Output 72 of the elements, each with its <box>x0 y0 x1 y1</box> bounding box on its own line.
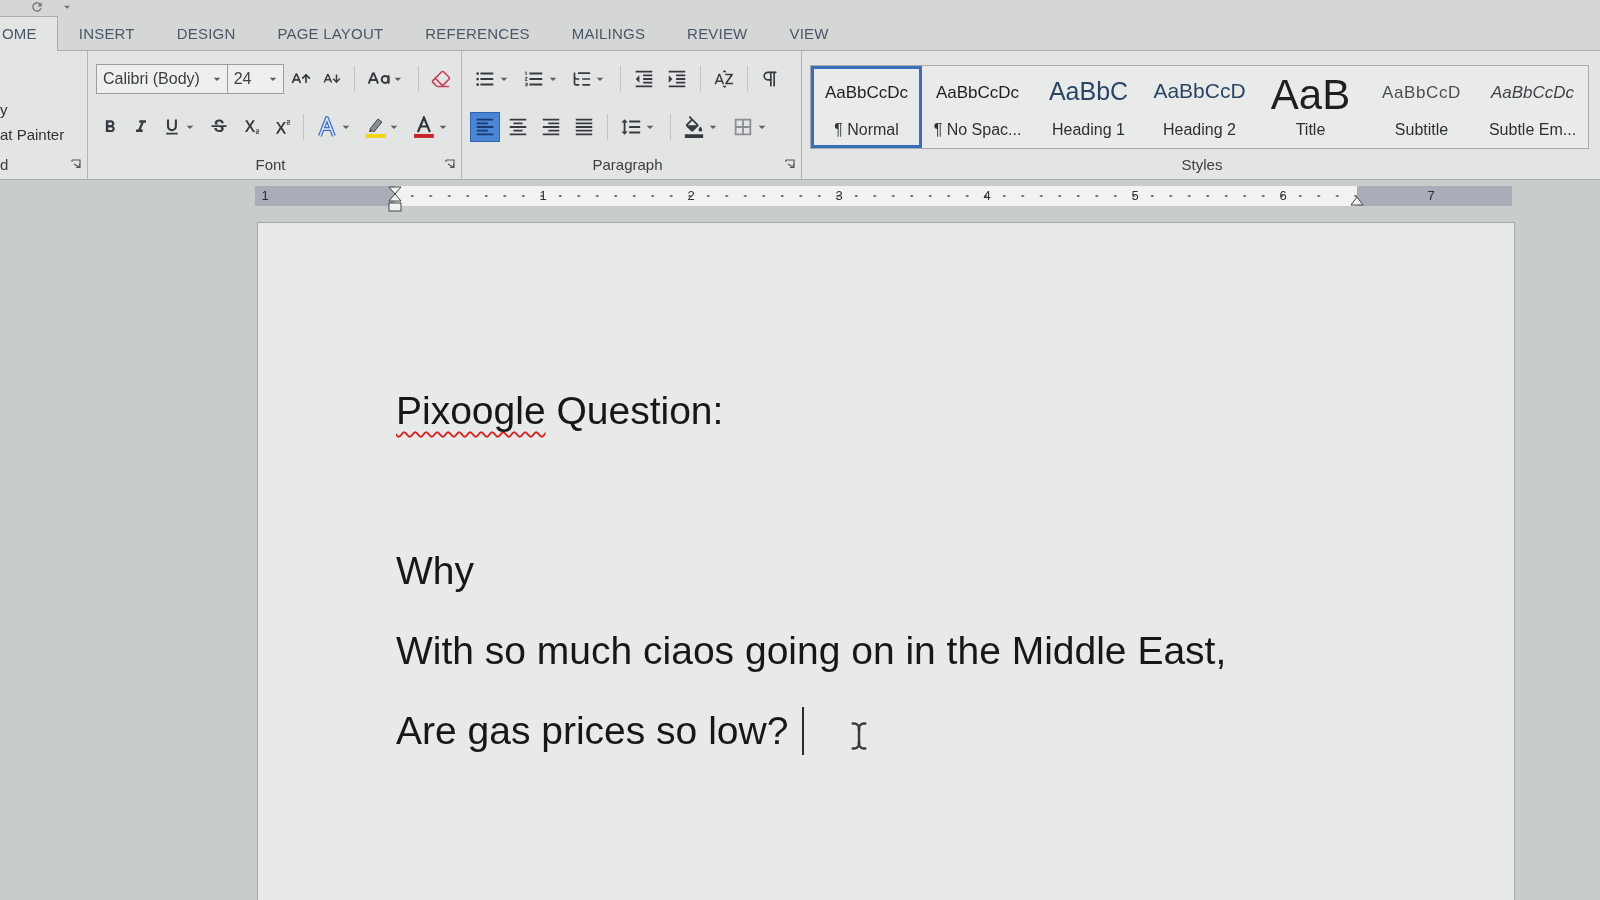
style-gallery-item[interactable]: AaBbCcD Subtitle <box>1366 66 1477 148</box>
ribbon-tab[interactable]: MAILINGS <box>550 16 667 51</box>
style-preview: AaBbCcDc <box>935 83 1020 103</box>
style-preview: AaB <box>1270 75 1351 115</box>
right-indent-marker-icon[interactable] <box>1350 196 1364 206</box>
style-gallery-item[interactable]: AaBbCcDc ¶ Normal <box>811 66 922 148</box>
style-preview: AaBbCcDc <box>1490 83 1575 103</box>
ruler-number: 5 <box>1130 188 1140 204</box>
ruler-number: 7 <box>1426 188 1436 204</box>
ribbon-tab[interactable]: REVIEW <box>666 16 769 51</box>
ruler-number: 1 <box>538 188 548 204</box>
indent-increase-icon <box>666 68 688 90</box>
document-text: Pixoogle Question: <box>396 388 724 434</box>
style-preview: AaBbCcDc <box>824 83 909 103</box>
document-text: Are gas prices so low? <box>396 708 789 754</box>
ribbon-tab[interactable]: OME <box>0 16 58 51</box>
style-gallery-item[interactable]: AaBbC Heading 1 <box>1033 66 1144 148</box>
sort-icon <box>713 68 735 90</box>
group-label: Font <box>254 155 287 173</box>
dialog-launcher-icon[interactable] <box>445 159 455 169</box>
justify-icon <box>573 116 595 138</box>
font-color-icon <box>413 116 436 138</box>
indent-decrease-icon <box>633 68 655 90</box>
style-gallery-item[interactable]: AaBbCcDc Subtle Em... <box>1477 66 1588 148</box>
ribbon-tab[interactable]: INSERT <box>57 16 156 51</box>
highlighter-icon <box>364 116 387 138</box>
text-cursor <box>802 707 805 755</box>
style-preview: AaBbCcD <box>1153 79 1246 103</box>
style-name: Title <box>1295 121 1326 139</box>
align-left-icon <box>474 116 496 138</box>
line-spacing-icon <box>620 116 642 138</box>
style-name: Subtitle <box>1394 121 1449 139</box>
group-label: d <box>0 155 10 173</box>
style-preview: AaBbCcD <box>1382 83 1461 103</box>
font-size-field[interactable]: 24 <box>226 64 284 94</box>
style-name: ¶ No Spac... <box>933 121 1022 139</box>
group-label: Paragraph <box>591 155 664 173</box>
pilcrow-icon <box>760 69 780 89</box>
group-label: Styles <box>1180 155 1224 173</box>
clipboard-command[interactable]: at Painter <box>0 124 81 145</box>
ruler-number: 3 <box>834 188 844 204</box>
ruler-number: 2 <box>686 188 696 204</box>
style-name: Heading 2 <box>1163 121 1236 139</box>
style-name: Subtle Em... <box>1488 121 1577 139</box>
align-right-icon <box>540 116 562 138</box>
list-tree-icon <box>572 69 592 89</box>
style-name: Heading 1 <box>1052 121 1125 139</box>
letter-outline-icon <box>315 116 338 138</box>
style-gallery-item[interactable]: AaBbCcD Heading 2 <box>1144 66 1255 148</box>
paint-bucket-icon <box>683 116 705 138</box>
document-text: With so much ciaos going on in the Middle East, <box>396 628 1227 674</box>
align-center-icon <box>507 116 529 138</box>
circular-arrow-icon <box>30 0 44 14</box>
ruler-number: 1 <box>260 188 270 204</box>
ruler-number: 6 <box>1278 188 1288 204</box>
style-gallery-item[interactable]: AaB Title <box>1255 66 1366 148</box>
eraser-icon <box>431 69 451 89</box>
ribbon-tab[interactable]: VIEW <box>768 16 850 51</box>
font-name-field[interactable]: Calibri (Body) <box>96 64 228 94</box>
style-preview: AaBbC <box>1048 77 1129 106</box>
dialog-launcher-icon[interactable] <box>785 159 795 169</box>
dialog-launcher-icon[interactable] <box>71 159 81 169</box>
border-grid-icon <box>732 116 754 138</box>
ribbon-tab[interactable]: REFERENCES <box>404 16 551 51</box>
style-gallery-item[interactable]: AaBbCcDc ¶ No Spac... <box>922 66 1033 148</box>
clipboard-command[interactable]: y <box>0 99 81 120</box>
document-text: Why <box>396 548 474 594</box>
indent-marker-icon[interactable] <box>388 186 402 212</box>
ribbon-tab[interactable]: PAGE LAYOUT <box>256 16 405 51</box>
ribbon-tab[interactable]: DESIGN <box>155 16 257 51</box>
style-name: ¶ Normal <box>834 121 899 139</box>
ruler-number: 4 <box>982 188 992 204</box>
